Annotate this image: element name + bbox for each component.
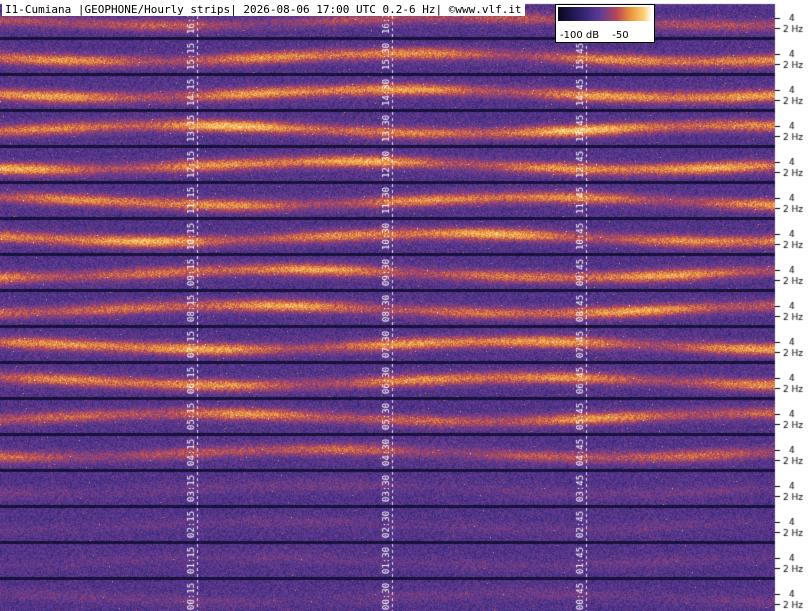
- spectrogram-canvas: [0, 0, 812, 611]
- colorbar-legend: -100 dB -50: [555, 4, 655, 43]
- colorbar-label-high: -50: [612, 30, 629, 41]
- colorbar-gradient: [558, 7, 652, 21]
- colorbar-label-low: -100 dB: [560, 30, 600, 41]
- chart-title: I1-Cumiana |GEOPHONE/Hourly strips| 2026…: [2, 3, 525, 16]
- colorbar-labels: -100 dB -50: [560, 30, 629, 41]
